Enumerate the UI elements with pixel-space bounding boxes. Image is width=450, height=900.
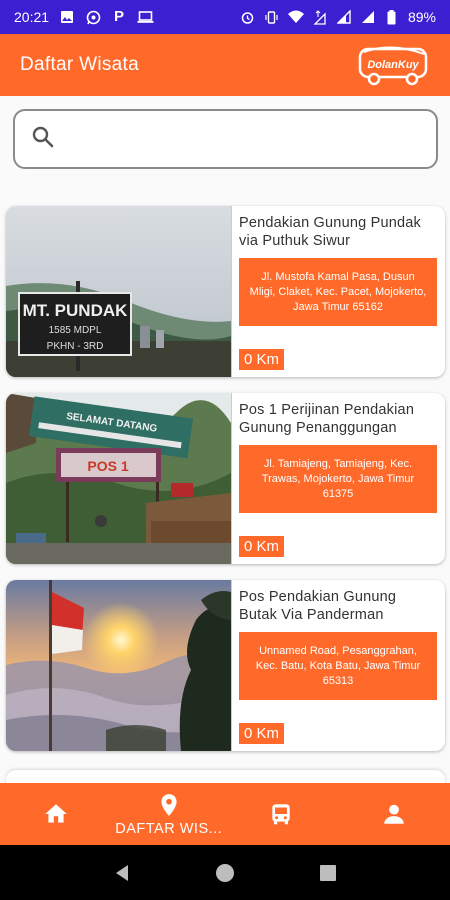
battery-icon	[384, 10, 400, 25]
distance-badge: 0 Km	[239, 349, 285, 370]
laptop-icon	[137, 10, 154, 24]
status-bar: 20:21 P 89%	[0, 0, 450, 34]
signal-icon	[336, 9, 352, 24]
vibrate-icon	[264, 10, 280, 24]
place-address: Jl. Tamiajeng, Tamiajeng, Kec. Trawas, M…	[239, 445, 437, 513]
page-title: Daftar Wisata	[20, 54, 139, 75]
place-title: Pos 1 Perijinan Pendakian Gunung Penangg…	[239, 402, 415, 436]
distance-badge: 0 Km	[239, 723, 285, 744]
place-address: Jl. Mustofa Kamal Pasa, Dusun Mligi, Cla…	[239, 258, 437, 326]
wifi-icon	[287, 10, 304, 24]
sunrise-clouds-photo	[6, 580, 231, 751]
svg-text:POS 1: POS 1	[87, 458, 128, 474]
p-icon: P	[114, 8, 125, 25]
location-pin-icon	[161, 793, 177, 816]
search-input[interactable]	[67, 130, 407, 148]
signal-icon	[360, 10, 376, 24]
clock: 20:21	[14, 9, 50, 25]
app-bar: Daftar Wisata DolanKuy	[0, 34, 450, 96]
svg-text:PKHN - 3RD: PKHN - 3RD	[47, 341, 104, 352]
data-icon	[312, 10, 328, 25]
search-bar[interactable]	[13, 109, 438, 169]
nav-daftar-wisata[interactable]: DAFTAR WIS...	[113, 783, 226, 845]
list-item[interactable]: SELAMAT DATANG POS 1 Pos 1 Perijinan Pen…	[6, 393, 445, 564]
home-circle-icon[interactable]	[214, 862, 236, 884]
alarm-icon	[240, 10, 256, 24]
place-info: Pos Pendakian Gunung Butak Via Panderman…	[231, 580, 445, 751]
image-icon	[59, 10, 75, 24]
place-title: Pos Pendakian Gunung Butak Via Panderman	[239, 589, 397, 623]
nav-transport[interactable]	[225, 783, 338, 845]
dolankuy-logo: DolanKuy	[358, 46, 428, 86]
list-item[interactable]: Pos Pendakian Gunung Butak Via Panderman…	[6, 580, 445, 751]
system-nav-bar	[0, 845, 450, 900]
back-icon[interactable]	[111, 862, 133, 884]
nav-label: DAFTAR WIS...	[115, 820, 223, 837]
svg-text:MT. PUNDAK: MT. PUNDAK	[23, 301, 129, 320]
bus-icon	[272, 804, 290, 825]
mountain-sign-photo: MT. PUNDAK 1585 MDPL PKHN - 3RD	[6, 206, 231, 377]
bottom-nav: DAFTAR WIS...	[0, 783, 450, 845]
logo-text: DolanKuy	[367, 59, 419, 71]
list-item[interactable]: MT. PUNDAK 1585 MDPL PKHN - 3RD Pendakia…	[6, 206, 445, 377]
place-info: Pos 1 Perijinan Pendakian Gunung Penangg…	[231, 393, 445, 564]
whatsapp-icon	[85, 10, 101, 25]
battery-percent: 89%	[407, 9, 436, 25]
svg-text:1585 MDPL: 1585 MDPL	[49, 325, 102, 336]
search-icon	[31, 125, 55, 154]
distance-badge: 0 Km	[239, 536, 285, 557]
place-title: Pendakian Gunung Pundak via Puthuk Siwur	[239, 215, 421, 249]
home-icon	[45, 804, 68, 823]
place-info: Pendakian Gunung Pundak via Puthuk Siwur…	[231, 206, 445, 377]
nav-profile[interactable]	[338, 783, 450, 845]
nav-home[interactable]	[0, 783, 113, 845]
person-icon	[384, 804, 404, 824]
hiking-post-photo: SELAMAT DATANG POS 1	[6, 393, 231, 564]
place-address: Unnamed Road, Pesanggrahan, Kec. Batu, K…	[239, 632, 437, 700]
recents-icon[interactable]	[317, 862, 339, 884]
